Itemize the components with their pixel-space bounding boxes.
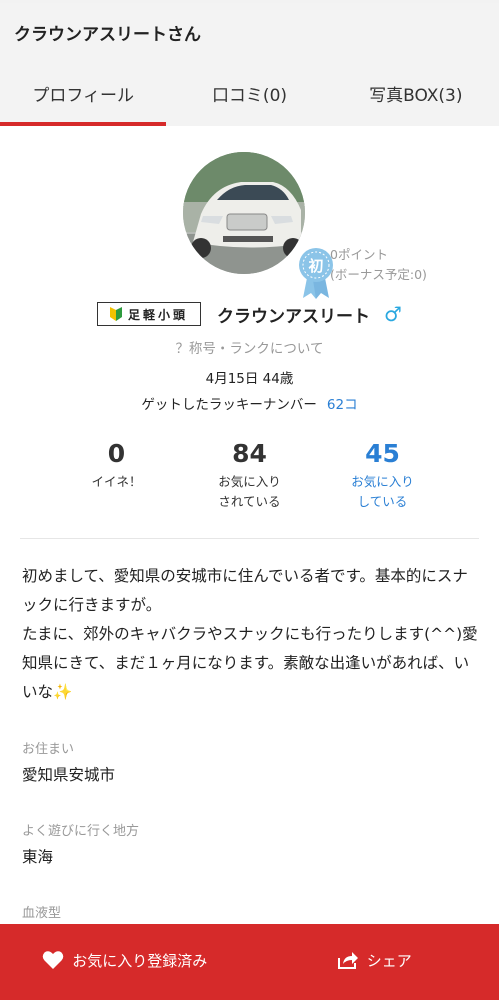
residence-label: お住まい [22, 742, 75, 757]
share-button[interactable]: シェア [250, 924, 499, 1000]
stats-row: 0 イイネ！ 84 お気に入り されている 45 お気に入り している [0, 438, 499, 512]
tab-reviews-label: 口コミ(0) [211, 86, 288, 106]
avatar[interactable] [183, 152, 305, 274]
stat-favoriting-label: お気に入り している [351, 474, 414, 509]
stat-likes-value: 0 [107, 439, 126, 468]
tab-reviews[interactable]: 口コミ(0) [166, 61, 332, 126]
share-button-label: シェア [366, 951, 412, 970]
name-row: 足軽小頭 クラウンアスリート ♂ [0, 301, 499, 327]
bio-text: 初めまして、愛知県の安城市に住んでいる者です。基本的にスナックに行きますが。 た… [22, 567, 478, 701]
title-badge-text: 足軽小頭 [128, 307, 189, 322]
lucky-number-label: ゲットしたラッキーナンバー [141, 397, 317, 413]
points-value: 0ポイント [330, 247, 388, 262]
play-region-value: 東海 [22, 848, 54, 866]
points-info: 0ポイント (ボーナス予定:0) [330, 245, 427, 285]
birthday-age: 4月15日 44歳 [205, 371, 294, 387]
tab-profile-label: プロフィール [32, 86, 134, 106]
avatar-area: 初 [183, 152, 333, 299]
tab-bar: プロフィール 口コミ(0) 写真BOX(3) [0, 61, 499, 126]
tab-photo-box[interactable]: 写真BOX(3) [333, 61, 499, 126]
lucky-number-row: ゲットしたラッキーナンバー 62コ [0, 393, 499, 413]
page-title: クラウンアスリートさん [14, 24, 201, 45]
lucky-number-link[interactable]: 62コ [327, 397, 358, 413]
favorite-button-label: お気に入り登録済み [72, 951, 208, 970]
tab-photo-box-label: 写真BOX(3) [369, 86, 463, 106]
heart-icon [42, 951, 64, 969]
badge-char: 初 [308, 257, 323, 275]
stat-favoriting-value: 45 [365, 439, 400, 468]
male-icon: ♂ [384, 302, 402, 326]
beginner-mark-icon [110, 307, 123, 321]
stat-likes-label: イイネ！ [91, 474, 142, 489]
divider [20, 538, 479, 539]
bottom-action-bar: お気に入り登録済み シェア [0, 924, 499, 1000]
car-photo-icon [183, 152, 305, 274]
share-icon [337, 952, 358, 969]
page-header: クラウンアスリートさん [0, 3, 499, 61]
stat-favorited-by-label: お気に入り されている [218, 474, 281, 509]
favorite-button[interactable]: お気に入り登録済み [0, 924, 250, 1000]
title-badge[interactable]: 足軽小頭 [97, 302, 202, 326]
stat-favorited-by[interactable]: 84 お気に入り されている [183, 438, 316, 512]
stat-favoriting[interactable]: 45 お気に入り している [316, 438, 449, 512]
stat-likes[interactable]: 0 イイネ！ [50, 438, 183, 512]
bonus-points: (ボーナス予定:0) [330, 267, 427, 282]
play-region-label: よく遊びに行く地方 [22, 824, 140, 839]
blood-type-label: 血液型 [22, 906, 62, 921]
username: クラウンアスリート [217, 306, 371, 327]
rank-info-link[interactable]: ？称号・ランクについて [0, 337, 499, 357]
stat-favorited-by-value: 84 [232, 439, 267, 468]
tab-profile[interactable]: プロフィール [0, 61, 167, 126]
residence-value: 愛知県安城市 [22, 766, 116, 784]
